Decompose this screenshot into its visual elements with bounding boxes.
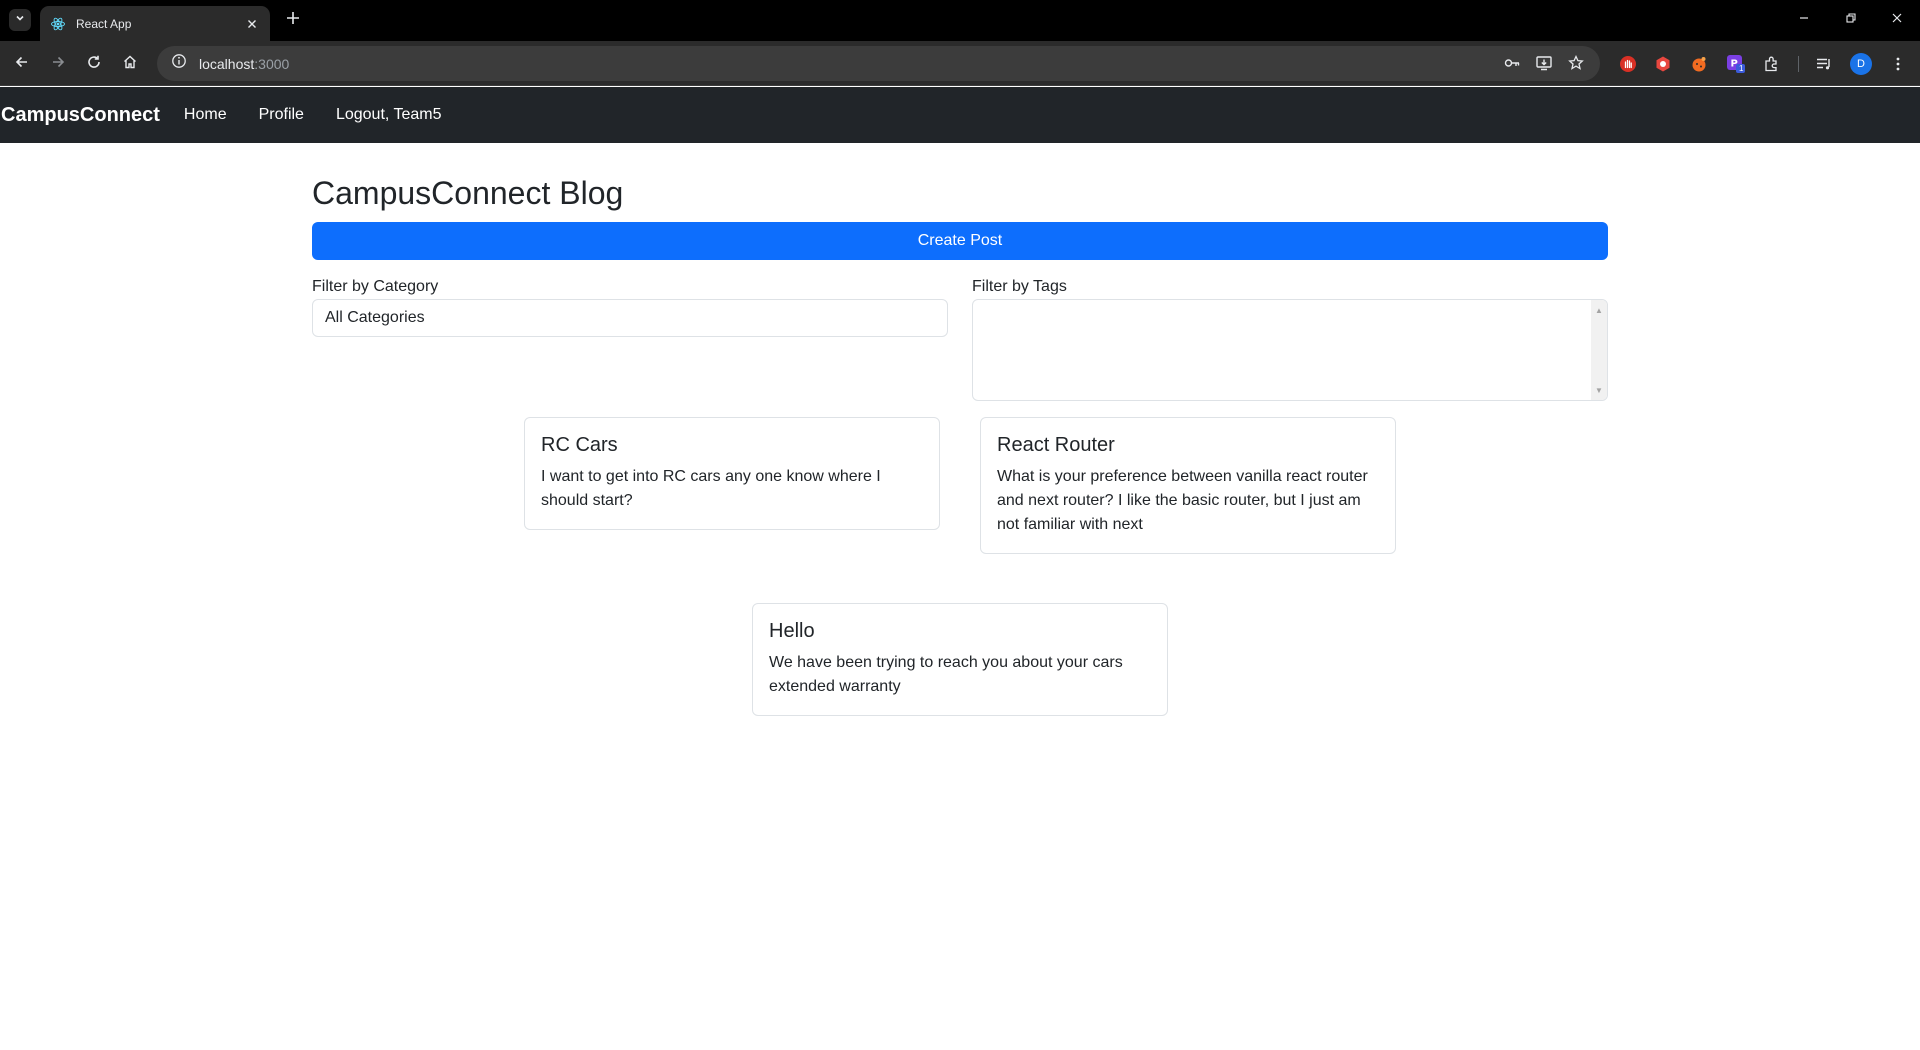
navbar-brand[interactable]: CampusConnect	[1, 104, 160, 127]
post-body: I want to get into RC cars any one know …	[541, 468, 881, 509]
extension-orange-cookie-icon[interactable]	[1687, 52, 1711, 76]
chevron-down-icon	[14, 11, 26, 29]
plus-icon	[286, 11, 300, 30]
browser-toolbar: localhost:3000 P 1 D	[0, 41, 1920, 86]
arrow-right-icon	[50, 54, 66, 75]
tags-filter-scrollbar[interactable]: ▲ ▼	[1591, 300, 1607, 400]
reload-icon	[86, 54, 102, 75]
category-filter-select[interactable]: All Categories	[312, 299, 948, 337]
tab-title: React App	[76, 16, 132, 31]
nav-link-home[interactable]: Home	[184, 106, 227, 124]
extension-badge: 1	[1739, 64, 1744, 73]
post-body: What is your preference between vanilla …	[997, 468, 1368, 533]
media-controls-icon[interactable]	[1812, 52, 1836, 76]
close-icon	[1891, 11, 1903, 29]
category-filter-label: Filter by Category	[312, 278, 439, 295]
arrow-left-icon	[14, 54, 30, 75]
toolbar-divider	[1798, 56, 1799, 72]
bookmark-star-icon[interactable]	[1565, 52, 1587, 74]
reload-button[interactable]	[82, 52, 106, 76]
extension-red-hexagon-icon[interactable]	[1651, 52, 1675, 76]
post-body: We have been trying to reach you about y…	[769, 654, 1123, 695]
scroll-up-arrow-icon[interactable]: ▲	[1591, 302, 1607, 318]
tags-filter-label: Filter by Tags	[972, 278, 1067, 295]
post-card[interactable]: RC Cars I want to get into RC cars any o…	[524, 417, 940, 530]
password-key-icon[interactable]	[1501, 52, 1523, 74]
home-button[interactable]	[118, 52, 142, 76]
post-title: React Router	[997, 434, 1115, 456]
restore-window-button[interactable]	[1839, 8, 1863, 32]
url-port: :3000	[254, 55, 290, 72]
address-bar[interactable]: localhost:3000	[157, 46, 1600, 81]
tags-filter-multiselect[interactable]: ▲ ▼	[972, 299, 1608, 401]
forward-button[interactable]	[46, 52, 70, 76]
back-button[interactable]	[10, 52, 34, 76]
new-tab-button[interactable]	[282, 9, 304, 31]
extension-purple-p-icon[interactable]: P 1	[1724, 52, 1748, 76]
app-navbar: CampusConnect Home Profile Logout, Team5	[0, 87, 1920, 143]
post-card[interactable]: Hello We have been trying to reach you a…	[752, 603, 1168, 716]
nav-link-profile[interactable]: Profile	[259, 106, 304, 124]
browser-tab[interactable]: React App	[40, 6, 270, 41]
extension-red-hand-icon[interactable]	[1616, 52, 1640, 76]
create-post-button[interactable]: Create Post	[312, 222, 1608, 260]
browser-menu-icon[interactable]	[1886, 52, 1910, 76]
restore-icon	[1845, 11, 1857, 29]
post-title: Hello	[769, 620, 815, 642]
close-window-button[interactable]	[1885, 8, 1909, 32]
site-info-icon[interactable]	[171, 53, 187, 74]
minimize-icon	[1798, 11, 1810, 29]
url-text: localhost:3000	[199, 56, 289, 72]
extensions-puzzle-icon[interactable]	[1760, 52, 1784, 76]
install-app-icon[interactable]	[1533, 52, 1555, 74]
react-logo-icon	[50, 16, 66, 32]
page-title: CampusConnect Blog	[312, 175, 624, 211]
post-title: RC Cars	[541, 434, 618, 456]
post-card[interactable]: React Router What is your preference bet…	[980, 417, 1396, 554]
nav-link-logout[interactable]: Logout, Team5	[336, 106, 442, 124]
profile-avatar[interactable]: D	[1850, 53, 1872, 75]
close-tab-icon[interactable]	[244, 16, 260, 32]
browser-tabstrip: React App	[0, 0, 1920, 41]
category-filter-value: All Categories	[325, 309, 425, 326]
tab-search-button[interactable]	[9, 9, 31, 31]
minimize-window-button[interactable]	[1792, 8, 1816, 32]
profile-initial: D	[1857, 58, 1865, 70]
scroll-down-arrow-icon[interactable]: ▼	[1591, 382, 1607, 398]
url-host: localhost	[199, 55, 255, 72]
home-icon	[122, 54, 138, 75]
